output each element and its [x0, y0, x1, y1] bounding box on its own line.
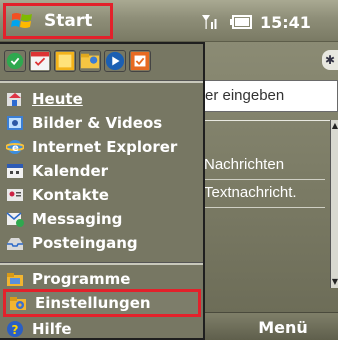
menu-item-label: Programme	[32, 270, 131, 288]
start-menu: Heute Bilder & Videos e Internet Explore…	[0, 42, 205, 340]
signal-icon[interactable]	[200, 12, 220, 32]
menu-item-label: Hilfe	[32, 320, 72, 338]
contacts-icon	[7, 189, 23, 201]
menu-item-bilder-videos[interactable]: Bilder & Videos	[0, 112, 203, 134]
messaging-icon	[6, 212, 24, 227]
menu-item-kalender[interactable]: Kalender	[0, 160, 203, 182]
internet-explorer-icon: e	[6, 140, 24, 154]
today-icon[interactable]	[4, 50, 26, 72]
clock[interactable]: 15:41	[260, 13, 311, 32]
notes-icon[interactable]	[54, 50, 76, 72]
menu-item-label: Internet Explorer	[32, 138, 178, 156]
menu-item-label: Einstellungen	[35, 294, 151, 312]
windows-flag-icon	[11, 13, 32, 28]
status-area: 15:41	[200, 11, 311, 33]
menu-item-heute[interactable]: Heute	[0, 88, 203, 110]
menu-item-label: Kontakte	[32, 186, 109, 204]
start-label: Start	[44, 11, 93, 31]
start-button[interactable]: Start	[3, 3, 113, 39]
svg-text:?: ?	[12, 323, 19, 337]
programs-folder-icon	[7, 273, 23, 286]
menu-item-label: Heute	[32, 90, 83, 108]
explorer-icon[interactable]	[79, 50, 101, 72]
calendar-icon	[7, 164, 23, 178]
inbox-icon	[7, 238, 23, 250]
menu-item-label: Messaging	[32, 210, 123, 228]
menu-item-messaging[interactable]: Messaging	[0, 208, 203, 230]
menu-item-internet-explorer[interactable]: e Internet Explorer	[0, 136, 203, 158]
menu-softkey[interactable]: Menü	[228, 313, 338, 340]
scrollbar[interactable]: ▲ ▼	[330, 120, 338, 288]
menu-item-posteingang[interactable]: Posteingang	[0, 232, 203, 254]
pictures-icon	[7, 116, 23, 130]
list-item-nachrichten[interactable]: Nachrichten	[200, 152, 325, 180]
menu-item-einstellungen[interactable]: Einstellungen	[3, 289, 201, 317]
menu-item-label: Bilder & Videos	[32, 114, 163, 132]
list-item-textnachricht[interactable]: Textnachricht.	[200, 180, 325, 208]
svg-text:e: e	[12, 143, 19, 154]
menu-item-kontakte[interactable]: Kontakte	[0, 184, 203, 206]
calendar-icon[interactable]	[29, 50, 51, 72]
battery-icon[interactable]	[230, 15, 252, 29]
search-input[interactable]: er eingeben	[200, 80, 338, 112]
title-bar: Start 15:41	[0, 0, 338, 42]
scroll-up-icon[interactable]: ▲	[331, 120, 338, 132]
menu-item-label: Kalender	[32, 162, 109, 180]
bluetooth-icon[interactable]: ✱	[322, 50, 338, 70]
settings-icon	[10, 297, 26, 310]
help-icon: ?	[7, 321, 23, 337]
media-icon[interactable]	[104, 50, 126, 72]
menu-item-programme[interactable]: Programme	[0, 268, 203, 290]
tasks-icon[interactable]	[129, 50, 151, 72]
scroll-down-icon[interactable]: ▼	[331, 276, 338, 288]
today-icon	[7, 93, 21, 106]
menu-item-hilfe[interactable]: ? Hilfe	[0, 318, 203, 340]
menu-divider	[0, 80, 203, 83]
recent-programs-bar	[4, 50, 151, 78]
menu-divider	[0, 262, 203, 265]
menu-item-label: Posteingang	[32, 234, 138, 252]
